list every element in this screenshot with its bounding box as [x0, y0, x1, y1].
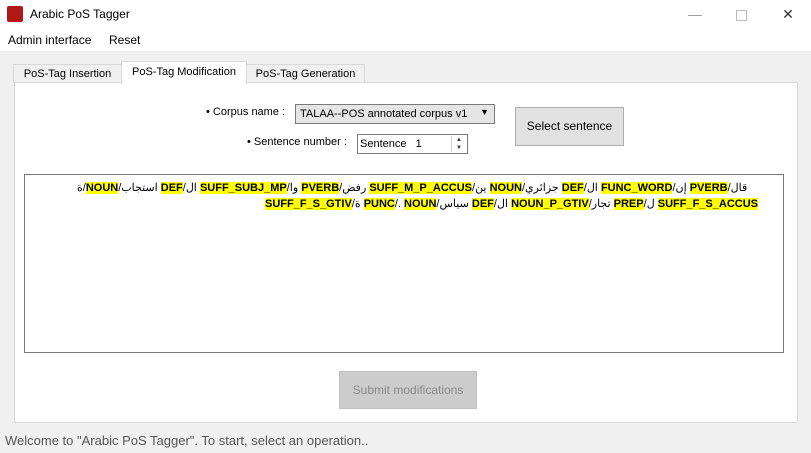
word-token: /ال: [182, 182, 200, 194]
title-bar: Arabic PoS Tagger — ✕: [0, 0, 811, 30]
sentence-number-label: • Sentence number :: [247, 136, 347, 148]
menu-reset[interactable]: Reset: [109, 33, 140, 47]
word-token: /.: [394, 198, 405, 210]
word-token: /ال: [493, 198, 512, 210]
word-token: /سياس: [436, 198, 472, 210]
pos-tag-token: PREP: [613, 198, 644, 210]
pos-tag-token: PVERB: [689, 182, 728, 194]
sentence-number-label-text: Sentence number :: [253, 136, 347, 148]
word-token: /ل: [643, 198, 658, 210]
word-token: /ين: [472, 182, 490, 194]
word-token: /قال: [727, 182, 748, 194]
corpus-name-label: • Corpus name :: [206, 106, 286, 118]
menu-admin-interface[interactable]: Admin interface: [8, 33, 91, 47]
tagged-sentence-line-2: SUFF_F_S_GTIV/ة PUNC/. NOUN/سياس DEF/ال …: [265, 197, 758, 211]
tagged-sentence-line-1: ة/NOUN/استجاب DEF/ال SUFF_SUBJ_MP/وا PVE…: [77, 181, 747, 195]
word-token: /وا: [286, 182, 302, 194]
spin-buttons: ▲ ▼: [451, 136, 466, 152]
tagged-sentence-textarea[interactable]: ة/NOUN/استجاب DEF/ال SUFF_SUBJ_MP/وا PVE…: [24, 174, 784, 353]
window-title: Arabic PoS Tagger: [30, 7, 130, 21]
tab-pos-tag-generation[interactable]: PoS-Tag Generation: [246, 64, 365, 83]
sentence-number: 1: [415, 138, 422, 150]
pos-tag-token: SUFF_F_S_GTIV: [265, 198, 352, 210]
pos-tag-token: NOUN_P_GTIV: [511, 198, 589, 210]
pos-tag-token: SUFF_F_S_ACCUS: [657, 198, 758, 210]
word-token: /ة: [351, 198, 364, 210]
sentence-number-spinbox[interactable]: Sentence 1 ▲ ▼: [357, 134, 468, 154]
app-logo-icon: [7, 6, 23, 22]
pos-tag-token: PUNC: [363, 198, 395, 210]
spin-down-icon[interactable]: ▼: [452, 144, 466, 152]
sentence-prefix: Sentence: [360, 138, 407, 150]
pos-tag-token: DEF: [160, 182, 183, 194]
pos-tag-token: PVERB: [301, 182, 340, 194]
maximize-button[interactable]: [718, 0, 764, 30]
word-token: /استجاب: [118, 182, 161, 194]
chevron-down-icon: ▼: [480, 107, 489, 117]
pos-tag-token: SUFF_SUBJ_MP: [199, 182, 287, 194]
word-token: /إن: [672, 182, 690, 194]
pos-tag-token: DEF: [471, 198, 494, 210]
sentence-number-value: Sentence 1: [360, 138, 422, 150]
menu-bar: Admin interface Reset: [0, 30, 811, 51]
word-token: /رفض: [339, 182, 370, 194]
pos-tag-token: SUFF_M_P_ACCUS: [369, 182, 472, 194]
word-token: /تجار: [588, 198, 614, 210]
select-sentence-button[interactable]: Select sentence: [515, 107, 624, 146]
submit-modifications-button[interactable]: Submit modifications: [339, 371, 477, 409]
status-bar-text: Welcome to "Arabic PoS Tagger". To start…: [5, 433, 369, 448]
maximize-icon: [735, 9, 747, 21]
word-token: /ال: [583, 182, 601, 194]
corpus-select-value: TALAA--POS annotated corpus v1: [300, 108, 468, 120]
pos-tag-token: FUNC_WORD: [600, 182, 673, 194]
pos-tag-token: NOUN: [404, 198, 437, 210]
spin-up-icon[interactable]: ▲: [452, 136, 466, 144]
pos-tag-token: NOUN: [85, 182, 119, 194]
word-token: ة/: [77, 182, 86, 194]
pos-tag-token: NOUN: [489, 182, 522, 194]
minimize-button[interactable]: —: [672, 0, 718, 30]
tab-pos-tag-insertion[interactable]: PoS-Tag Insertion: [13, 64, 122, 83]
corpus-name-label-text: Corpus name :: [212, 106, 286, 118]
tab-pos-tag-modification[interactable]: PoS-Tag Modification: [121, 61, 247, 84]
close-button[interactable]: ✕: [765, 0, 811, 30]
word-token: /جزائري: [521, 182, 562, 194]
corpus-select[interactable]: TALAA--POS annotated corpus v1 ▼: [295, 104, 495, 124]
pos-tag-token: DEF: [561, 182, 584, 194]
